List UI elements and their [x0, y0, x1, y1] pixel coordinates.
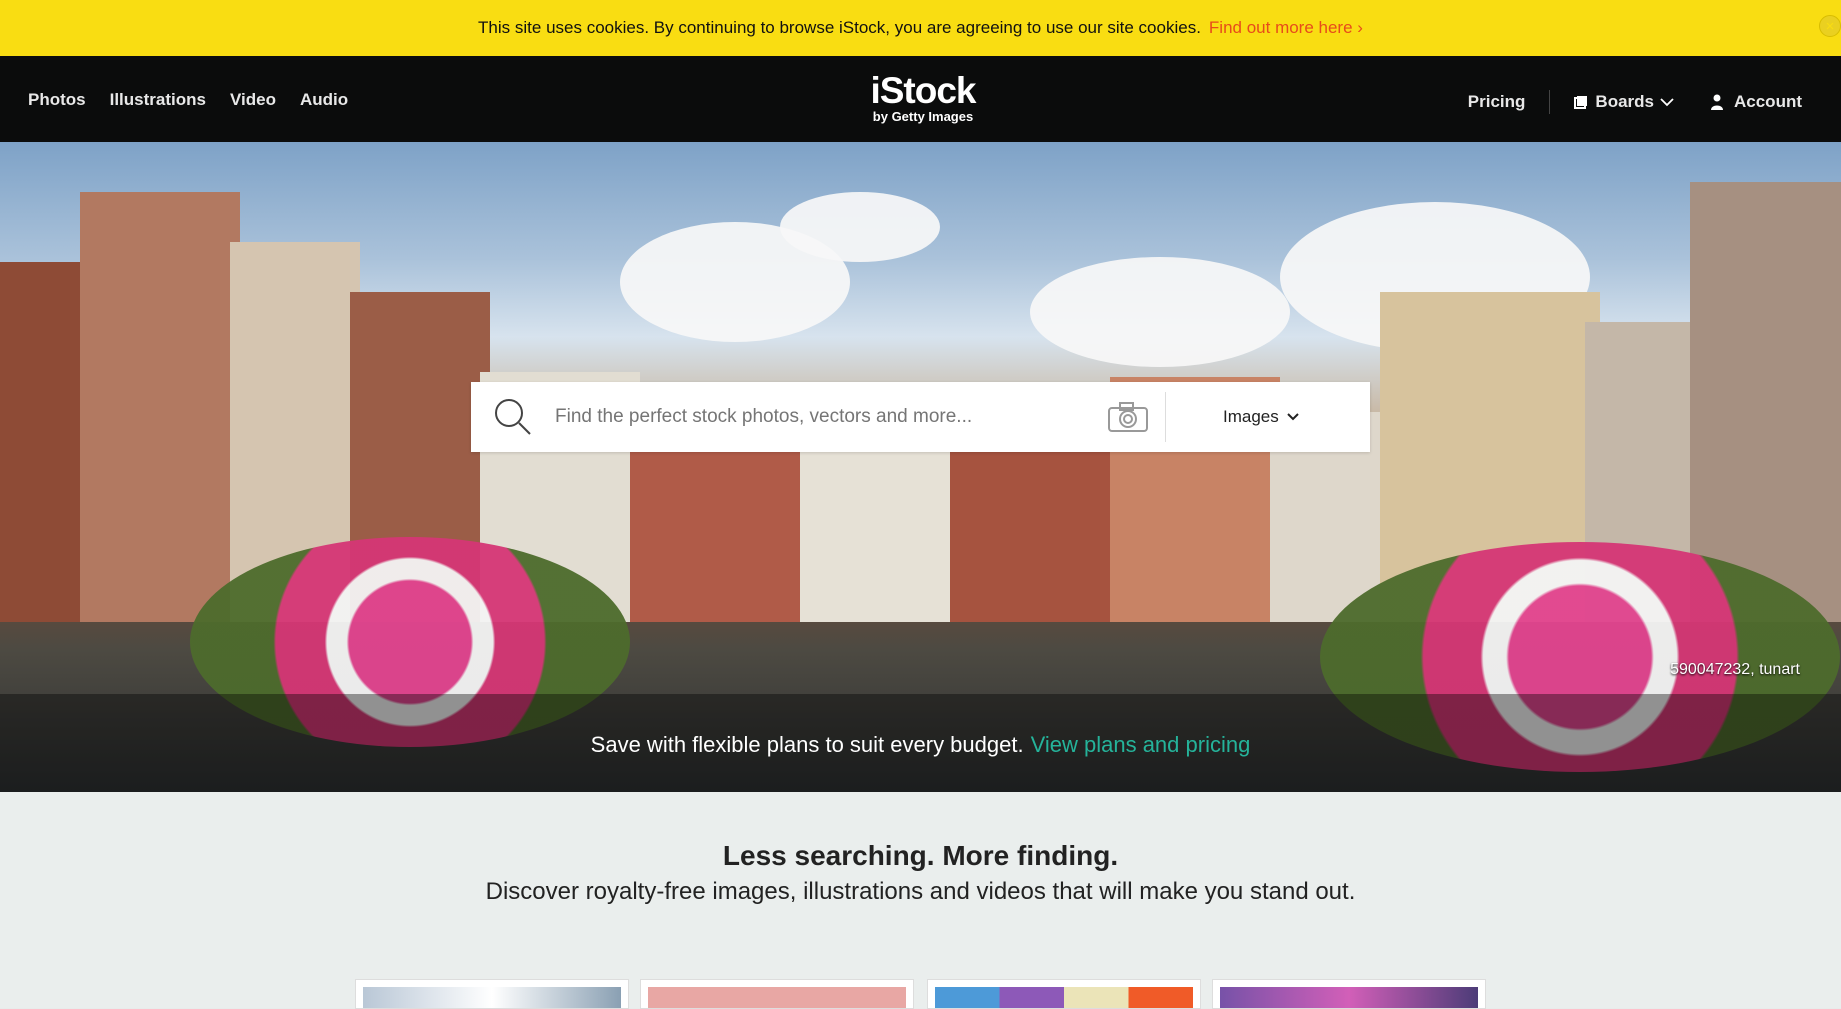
- nav-audio[interactable]: Audio: [300, 90, 348, 110]
- image-credit: 590047232, tunart: [1670, 661, 1800, 678]
- search-bar: Images: [471, 382, 1370, 452]
- nav-illustrations[interactable]: Illustrations: [110, 90, 206, 110]
- nav-divider: [1549, 90, 1551, 114]
- category-thumbnail: [648, 987, 906, 1008]
- category-thumbnail: [935, 987, 1193, 1008]
- page-subheadline: Discover royalty-free images, illustrati…: [485, 878, 1356, 905]
- nav-photos[interactable]: Photos: [28, 90, 86, 110]
- camera-icon[interactable]: [1099, 401, 1157, 433]
- chevron-down-icon: [1660, 98, 1674, 107]
- boards-label: Boards: [1595, 92, 1654, 111]
- cookie-message: This site uses cookies. By continuing to…: [478, 18, 1201, 37]
- hero-building: [1690, 182, 1841, 622]
- user-icon: [1711, 94, 1723, 110]
- discover-section: Less searching. More finding. Discover r…: [0, 792, 1841, 1009]
- search-icon[interactable]: [471, 397, 555, 437]
- search-type-select[interactable]: Images: [1223, 407, 1299, 427]
- category-thumbnail: [363, 987, 621, 1008]
- logo-tagline: by Getty Images: [872, 109, 974, 124]
- hero-cloud: [780, 192, 940, 262]
- top-navigation: Photos Illustrations Video Audio iStock …: [0, 56, 1841, 142]
- account-label: Account: [1734, 92, 1802, 111]
- account-button[interactable]: Account: [1710, 92, 1802, 112]
- close-icon: ×: [1825, 17, 1835, 35]
- boards-icon: [1574, 95, 1588, 109]
- pricing-promo: Save with flexible plans to suit every b…: [0, 694, 1841, 792]
- logo-brand: iStock: [870, 70, 976, 111]
- boards-button[interactable]: Boards: [1574, 92, 1674, 112]
- media-nav: Photos Illustrations Video Audio: [28, 90, 348, 110]
- cookie-banner: This site uses cookies. By continuing to…: [0, 0, 1841, 56]
- chevron-down-icon: [1287, 413, 1299, 421]
- hero-cloud: [1030, 257, 1290, 367]
- page-headline: Less searching. More finding.: [722, 840, 1119, 871]
- view-pricing-link[interactable]: View plans and pricing: [1031, 732, 1251, 758]
- search-type-label: Images: [1223, 407, 1279, 426]
- category-card[interactable]: [1212, 979, 1486, 1009]
- category-card[interactable]: [927, 979, 1201, 1009]
- category-card[interactable]: [640, 979, 914, 1009]
- search-input[interactable]: [555, 406, 1095, 428]
- account-nav: Pricing Boards Account: [1468, 90, 1802, 114]
- category-card[interactable]: [355, 979, 629, 1009]
- search-divider: [1165, 392, 1166, 442]
- category-thumbnail: [1220, 987, 1478, 1008]
- istock-logo[interactable]: iStock by Getty Images: [867, 72, 979, 124]
- nav-pricing[interactable]: Pricing: [1468, 92, 1526, 112]
- cookie-more-link[interactable]: Find out more here ›: [1209, 18, 1363, 38]
- promo-text: Save with flexible plans to suit every b…: [590, 732, 1024, 757]
- nav-video[interactable]: Video: [230, 90, 276, 110]
- hero-building: [80, 192, 240, 622]
- cookie-close-button[interactable]: ×: [1819, 15, 1841, 37]
